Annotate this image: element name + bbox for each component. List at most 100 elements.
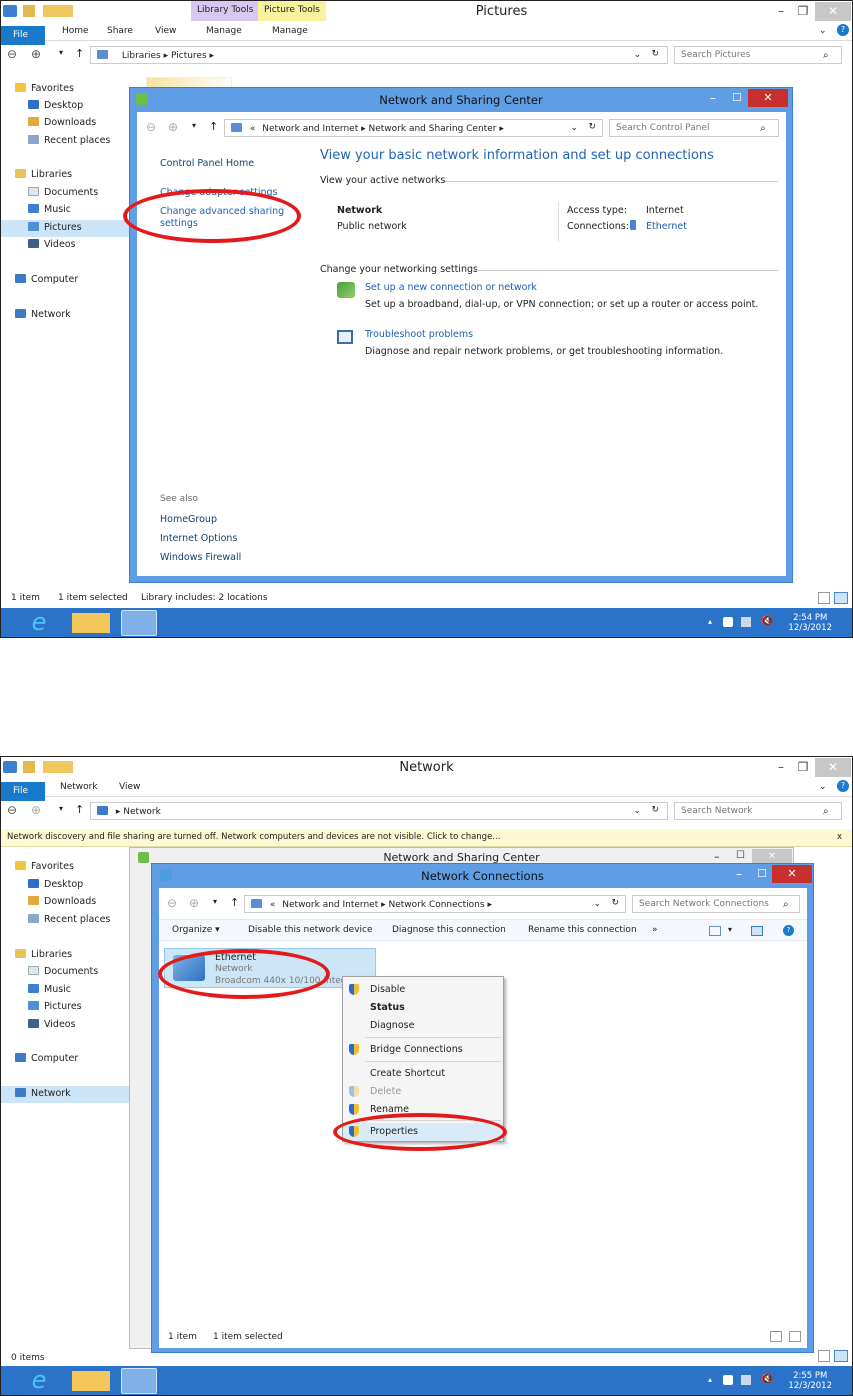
control-panel-home-link[interactable]: Control Panel Home [160,158,254,169]
breadcrumb-overflow[interactable]: « [250,124,256,134]
nav-music[interactable]: Music [28,984,71,995]
recent-dropdown-icon[interactable]: ▾ [59,804,63,813]
nsc-back-icon[interactable]: ⊖ [146,120,156,134]
help-icon[interactable]: ? [783,925,794,936]
control-panel-taskbar-icon[interactable] [121,1368,157,1394]
file-explorer-icon[interactable] [69,1368,113,1394]
nav-pictures[interactable]: Pictures [28,1001,82,1012]
address-dropdown-icon[interactable]: ⌄ [633,806,641,816]
refresh-icon[interactable]: ↻ [651,49,659,59]
homegroup-link[interactable]: HomeGroup [160,514,217,525]
search-input[interactable]: Search Pictures [674,46,842,64]
menu-diagnose[interactable]: Diagnose [343,1017,503,1035]
nav-documents[interactable]: Documents [28,966,98,977]
nav-favorites[interactable]: Favorites [15,861,74,872]
nc-minimize-button[interactable]: – [736,867,742,881]
menu-bridge-connections[interactable]: Bridge Connections [343,1041,503,1059]
windows-firewall-link[interactable]: Windows Firewall [160,552,241,563]
tray-overflow-icon[interactable]: ▴ [708,617,712,626]
preview-pane-icon[interactable] [751,926,763,936]
change-advanced-sharing-link[interactable]: Change advanced sharing settings [160,206,284,230]
search-icon[interactable]: ⌕ [823,806,829,817]
nc-address-bar[interactable]: « Network and Internet ▸ Network Connect… [244,895,626,913]
clock[interactable]: 2:54 PM 12/3/2012 [788,613,832,633]
nsc-search-icon[interactable]: ⌕ [760,123,766,134]
help-icon[interactable]: ? [837,780,849,792]
ribbon-expand-icon[interactable]: ⌄ [819,782,827,792]
nsc-up-icon[interactable]: ↑ [209,120,218,133]
rename-connection-button[interactable]: Rename this connection [528,925,637,935]
breadcrumb-network-internet[interactable]: Network and Internet [282,900,378,910]
menu-status[interactable]: Status [343,999,503,1017]
change-view-icon[interactable] [709,926,721,936]
change-adapter-settings-link[interactable]: Change adapter settings [160,187,277,198]
nsc-forward-icon[interactable]: ⊕ [168,120,178,134]
nc-maximize-button[interactable]: ☐ [757,867,767,880]
network-tray-icon[interactable] [741,1375,751,1385]
nsc-address-bar[interactable]: « Network and Internet ▸ Network and Sha… [224,119,603,137]
tiles-view-icon[interactable] [834,1350,848,1362]
behind-maximize[interactable]: ☐ [736,850,745,861]
nc-back-icon[interactable]: ⊖ [167,896,177,910]
infobar-close-icon[interactable]: x [837,832,842,842]
view-dropdown-icon[interactable]: ▾ [728,925,732,934]
up-icon[interactable]: ↑ [75,803,84,816]
organize-button[interactable]: Organize ▾ [172,925,220,935]
nsc-minimize-button[interactable]: – [710,91,716,105]
address-bar[interactable]: Libraries ▸ Pictures ▸ ⌄ ↻ [90,46,668,64]
action-center-icon[interactable] [723,1375,733,1385]
nsc-address-dropdown-icon[interactable]: ⌄ [570,123,578,133]
address-bar[interactable]: ▸ Network ⌄ ↻ [90,802,668,820]
restore-button[interactable]: ❐ [790,2,816,21]
menu-rename[interactable]: Rename [343,1101,503,1119]
tab-home[interactable]: Home [62,26,89,36]
breadcrumb-nsc[interactable]: Network and Sharing Center [369,124,497,134]
nav-network[interactable]: Network [15,309,71,320]
breadcrumb-libraries[interactable]: Libraries [122,51,161,61]
nav-desktop[interactable]: Desktop [28,100,83,111]
menu-create-shortcut[interactable]: Create Shortcut [343,1065,503,1083]
help-icon[interactable]: ? [837,24,849,36]
address-dropdown-icon[interactable]: ⌄ [633,50,641,60]
nav-computer[interactable]: Computer [15,1053,78,1064]
breadcrumb-network-internet[interactable]: Network and Internet [262,124,358,134]
nc-refresh-icon[interactable]: ↻ [611,898,619,908]
nc-forward-icon[interactable]: ⊕ [189,896,199,910]
behind-minimize[interactable]: – [714,850,720,863]
nsc-refresh-icon[interactable]: ↻ [588,122,596,132]
back-icon[interactable]: ⊖ [7,47,17,61]
nav-libraries[interactable]: Libraries [15,949,72,960]
breadcrumb-overflow[interactable]: « [270,900,276,910]
nav-computer[interactable]: Computer [15,274,78,285]
network-discovery-infobar[interactable]: Network discovery and file sharing are t… [1,829,852,847]
internet-options-link[interactable]: Internet Options [160,533,237,544]
forward-icon[interactable]: ⊕ [31,803,41,817]
tray-overflow-icon[interactable]: ▴ [708,1375,712,1384]
network-tray-icon[interactable] [741,617,751,627]
clock[interactable]: 2:55 PM 12/3/2012 [788,1371,832,1391]
nav-documents[interactable]: Documents [28,187,98,198]
setup-connection-link[interactable]: Set up a new connection or network [365,282,537,293]
breadcrumb-network[interactable]: Network [123,807,161,817]
tiles-view-icon[interactable] [834,592,848,604]
nav-downloads[interactable]: Downloads [28,117,96,128]
quick-access-toolbar[interactable] [23,5,73,17]
nc-close-button[interactable]: ✕ [772,865,812,883]
menu-disable[interactable]: Disable [343,981,503,999]
restore-button[interactable]: ❐ [790,758,816,777]
volume-muted-icon[interactable]: 🔇 [761,1374,773,1385]
nc-details-view-icon[interactable] [770,1331,782,1342]
nc-search-input[interactable]: Search Network Connections [632,895,800,913]
more-commands-button[interactable]: » [652,925,658,935]
up-icon[interactable]: ↑ [75,47,84,60]
nav-network[interactable]: Network [1,1086,129,1103]
nc-tiles-view-icon[interactable] [789,1331,801,1342]
nsc-recent-icon[interactable]: ▾ [192,121,196,130]
nav-desktop[interactable]: Desktop [28,879,83,890]
forward-icon[interactable]: ⊕ [31,47,41,61]
volume-muted-icon[interactable]: 🔇 [761,616,773,627]
refresh-icon[interactable]: ↻ [651,805,659,815]
tab-view[interactable]: View [155,26,176,36]
tab-network[interactable]: Network [60,782,98,792]
nav-videos[interactable]: Videos [28,239,76,250]
